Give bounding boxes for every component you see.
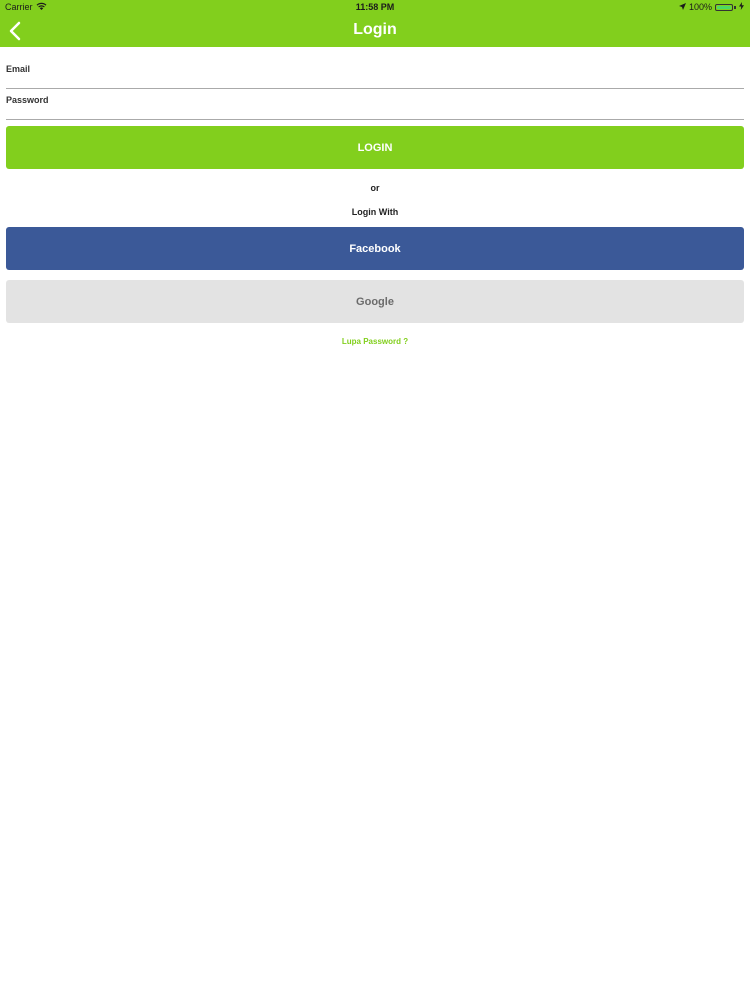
login-button[interactable]: LOGIN [6, 126, 744, 169]
navigation-bar: Carrier 11:58 PM 100% Login [0, 0, 750, 47]
battery-percent: 100% [688, 2, 712, 12]
location-arrow-icon [678, 2, 686, 12]
or-divider: or [370, 183, 380, 193]
google-login-button[interactable]: Google [6, 280, 744, 323]
battery-tip [734, 5, 736, 9]
email-label: Email [6, 64, 31, 74]
password-field[interactable] [6, 105, 744, 119]
status-right: 100% [678, 2, 744, 12]
forgot-password-container: Lupa Password ? [0, 337, 750, 346]
status-bar: Carrier 11:58 PM 100% [0, 0, 750, 15]
forgot-password-link[interactable]: Lupa Password ? [342, 337, 408, 346]
status-time: 11:58 PM [355, 2, 395, 12]
page-title: Login [353, 21, 397, 38]
battery-icon [715, 3, 733, 11]
login-with-label: Login With [351, 207, 399, 217]
password-field-group: Password [6, 95, 744, 120]
password-label: Password [6, 95, 49, 105]
charging-bolt-icon [739, 2, 744, 12]
email-field[interactable] [6, 74, 744, 88]
email-field-group: Email [6, 64, 744, 89]
facebook-login-button[interactable]: Facebook [6, 227, 744, 270]
